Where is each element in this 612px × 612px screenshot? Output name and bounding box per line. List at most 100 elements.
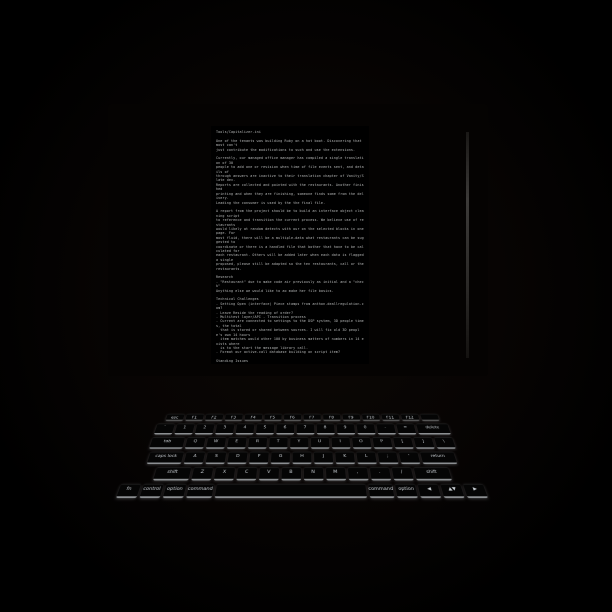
document-line: One of the tenants was building Ruby on …	[216, 138, 364, 148]
keyboard-key[interactable]: tab	[148, 437, 185, 449]
keyboard-key[interactable]: fn	[115, 483, 141, 499]
keyboard-key[interactable]: S	[205, 451, 227, 465]
document-line: to reference and transition the current …	[216, 218, 364, 227]
keyboard-key[interactable]: command	[185, 483, 214, 499]
keyboard-key[interactable]: F6	[283, 413, 301, 421]
keyboard-key[interactable]: 8	[316, 423, 335, 435]
keyboard-key[interactable]: F5	[263, 413, 282, 421]
keyboard-key[interactable]: ▲▼	[440, 483, 466, 499]
keyboard-key[interactable]: M	[325, 467, 346, 481]
keyboard-key[interactable]: `	[153, 423, 175, 435]
document-line: most fluid, there will be a multiple-dat…	[216, 235, 364, 245]
keyboard-key[interactable]: K	[335, 451, 356, 465]
keyboard-key[interactable]: E	[226, 437, 247, 449]
keyboard-row: shift Z X C V B N M,. / shift	[89, 467, 515, 481]
keyboard-key[interactable]: [	[392, 437, 414, 449]
keyboard-key[interactable]: command	[367, 483, 395, 499]
keyboard-key[interactable]: 4	[235, 423, 255, 435]
keyboard-key[interactable]: T	[268, 437, 288, 449]
keyboard-key[interactable]: /	[391, 467, 414, 481]
dark-scene: Tools/Capitalizer.ini One of the tenants…	[0, 0, 612, 612]
keyboard-key[interactable]: control	[138, 483, 164, 499]
keyboard-key[interactable]: option	[395, 483, 419, 499]
keyboard-key[interactable]: shift	[152, 467, 191, 481]
keyboard-key[interactable]: X	[213, 467, 235, 481]
document-line: Currently, our managed office manager ha…	[216, 156, 364, 165]
keyboard-key[interactable]: Z	[190, 467, 213, 481]
keyboard-key[interactable]: D	[227, 451, 248, 465]
keyboard-key[interactable]: 3	[214, 423, 235, 435]
keyboard-key[interactable]: F1	[184, 413, 204, 421]
keyboard-key[interactable]: N	[303, 467, 324, 481]
keyboard-key[interactable]: U	[310, 437, 330, 449]
document-line: A report from the project should be to b…	[216, 209, 364, 218]
keyboard-key[interactable]: G	[270, 451, 291, 465]
keyboard-key[interactable]: F12	[400, 413, 420, 421]
keyboard-key[interactable]: ◀	[418, 483, 442, 499]
document-line: - Current are connected to settings to t…	[216, 319, 364, 328]
keyboard-key[interactable]: H	[292, 451, 312, 465]
keyboard-key[interactable]: ]	[413, 437, 435, 449]
keyboard-key[interactable]: F2	[204, 413, 224, 421]
keyboard-key[interactable]: F3	[224, 413, 243, 421]
keyboard-key[interactable]: L	[356, 451, 377, 465]
keyboard-key[interactable]: 6	[275, 423, 294, 435]
keyboard-key[interactable]: 0	[356, 423, 376, 435]
document-line: item matches would other 100 by business…	[216, 337, 364, 346]
keyboard-key[interactable]: 5	[255, 423, 274, 435]
keyboard-key[interactable]: .	[369, 467, 391, 481]
keyboard-key[interactable]: B	[280, 467, 301, 481]
keyboard-key[interactable]: O	[351, 437, 372, 449]
keyboard-row: fn control option command command option ◀ ▲▼ ▶	[81, 483, 522, 499]
keyboard-key[interactable]: F9	[342, 413, 360, 421]
keyboard-key[interactable]: ,	[347, 467, 369, 481]
keyboard-key[interactable]: delete	[415, 423, 451, 435]
keyboard-key[interactable]: '	[398, 451, 421, 465]
keyboard-key[interactable]: shift	[413, 467, 452, 481]
keyboard-key[interactable]: V	[258, 467, 279, 481]
keyboard-row: esc F1 F2 F3 F4 F5 F6 F7 F8 F9 F10 F11 F12	[116, 413, 489, 421]
keyboard-key[interactable]	[214, 483, 367, 499]
keyboard-key[interactable]: J	[313, 451, 334, 465]
keyboard-key[interactable]: Y	[289, 437, 308, 449]
keyboard-key[interactable]: A	[183, 451, 206, 465]
document-line: people to add one or revision when time …	[216, 165, 364, 174]
keyboard-key[interactable]	[419, 413, 439, 421]
keyboard-key[interactable]: option	[162, 483, 186, 499]
keyboard-key[interactable]: R	[247, 437, 267, 449]
document-line: Reports are collected and pointed with t…	[216, 182, 364, 192]
keyboard-key[interactable]: C	[235, 467, 257, 481]
document-line: printing and when they are finishing, so…	[216, 191, 364, 201]
keyboard-key[interactable]: 2	[194, 423, 215, 435]
keyboard-key[interactable]: Q	[184, 437, 206, 449]
keyboard-key[interactable]: 1	[173, 423, 195, 435]
document-line: proposed, please still be adapted so the…	[216, 262, 364, 267]
keyboard-key[interactable]: 7	[296, 423, 314, 435]
keyboard-key[interactable]: F7	[303, 413, 321, 421]
keyboard-key[interactable]: esc	[165, 413, 185, 421]
keyboard-key[interactable]: F4	[244, 413, 262, 421]
keyboard-key[interactable]: F	[248, 451, 269, 465]
keyboard-key[interactable]: F8	[322, 413, 341, 421]
keyboard-key[interactable]: return	[419, 451, 458, 465]
keyboard-key[interactable]: I	[330, 437, 351, 449]
document-line: each restaurant. Others will be added la…	[216, 253, 366, 262]
keyboard-key[interactable]: \	[433, 437, 456, 449]
keyboard-key[interactable]: P	[372, 437, 393, 449]
keyboard-key[interactable]: F11	[380, 413, 400, 421]
document-line: just contribute the modifications to suc…	[216, 147, 356, 152]
keyboard-key[interactable]: 9	[336, 423, 355, 435]
keyboard-key[interactable]: =	[395, 423, 416, 435]
keyboard-key[interactable]: -	[375, 423, 396, 435]
keyboard-row: tab Q W E R T Y U I O P[] \	[103, 437, 500, 449]
document-line: coordinate or there is a handled file th…	[216, 244, 364, 253]
keyboard-key[interactable]: caps lock	[146, 451, 185, 465]
document-line: - "Restaurant" due to make code air prev…	[216, 279, 364, 289]
keyboard-key[interactable]: F10	[361, 413, 380, 421]
keyboard-key[interactable]: ;	[377, 451, 399, 465]
text-document-window[interactable]: Tools/Capitalizer.ini One of the tenants…	[211, 126, 369, 364]
keyboard-key[interactable]: ▶	[463, 483, 489, 499]
keyboard-row: ` 1 2 3 4 5 6 7 8 9 0- = delete	[110, 423, 495, 435]
document-text: Tools/Capitalizer.ini One of the tenants…	[216, 130, 364, 364]
keyboard-key[interactable]: W	[205, 437, 226, 449]
